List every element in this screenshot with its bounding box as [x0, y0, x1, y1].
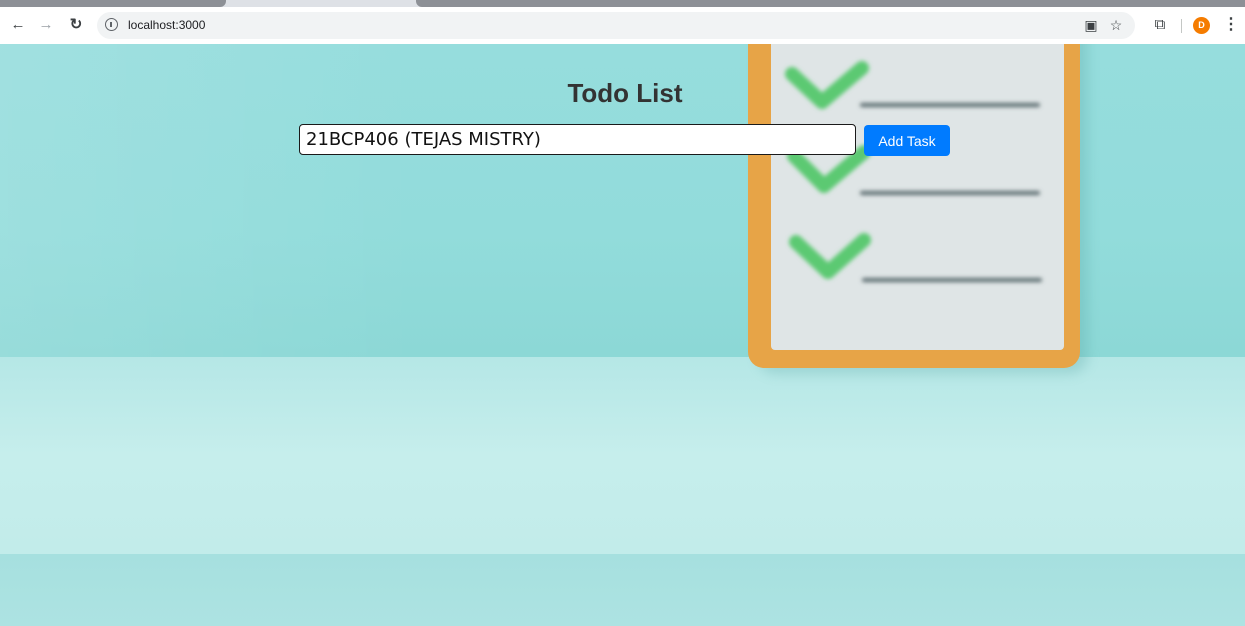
navigation-bar: ← → ↻ localhost:3000 ▣ ☆ ⧉ D ⋮ [0, 7, 1245, 45]
tab-strip [0, 0, 1245, 7]
page-title: Todo List [567, 78, 683, 108]
browser-tab[interactable] [0, 0, 226, 7]
browser-tab[interactable] [416, 0, 1245, 7]
kebab-menu-icon[interactable]: ⋮ [1221, 15, 1241, 35]
avatar[interactable]: D [1193, 17, 1210, 34]
info-icon[interactable] [105, 18, 118, 31]
arrow-right-icon[interactable]: → [36, 15, 56, 35]
task-input[interactable] [299, 124, 856, 155]
url-text[interactable]: localhost:3000 [128, 18, 205, 32]
browser-chrome: ← → ↻ localhost:3000 ▣ ☆ ⧉ D ⋮ [0, 0, 1245, 45]
star-icon[interactable]: ☆ [1107, 16, 1125, 34]
arrow-left-icon[interactable]: ← [8, 15, 28, 35]
install-app-icon[interactable]: ▣ [1082, 16, 1100, 34]
page-viewport: Todo List Add Task [0, 44, 1245, 626]
add-task-button[interactable]: Add Task [864, 125, 950, 156]
address-bar[interactable]: localhost:3000 ▣ ☆ [97, 12, 1135, 39]
toolbar-divider [1181, 19, 1182, 33]
reload-icon[interactable]: ↻ [66, 15, 86, 35]
puzzle-icon[interactable]: ⧉ [1150, 15, 1170, 35]
